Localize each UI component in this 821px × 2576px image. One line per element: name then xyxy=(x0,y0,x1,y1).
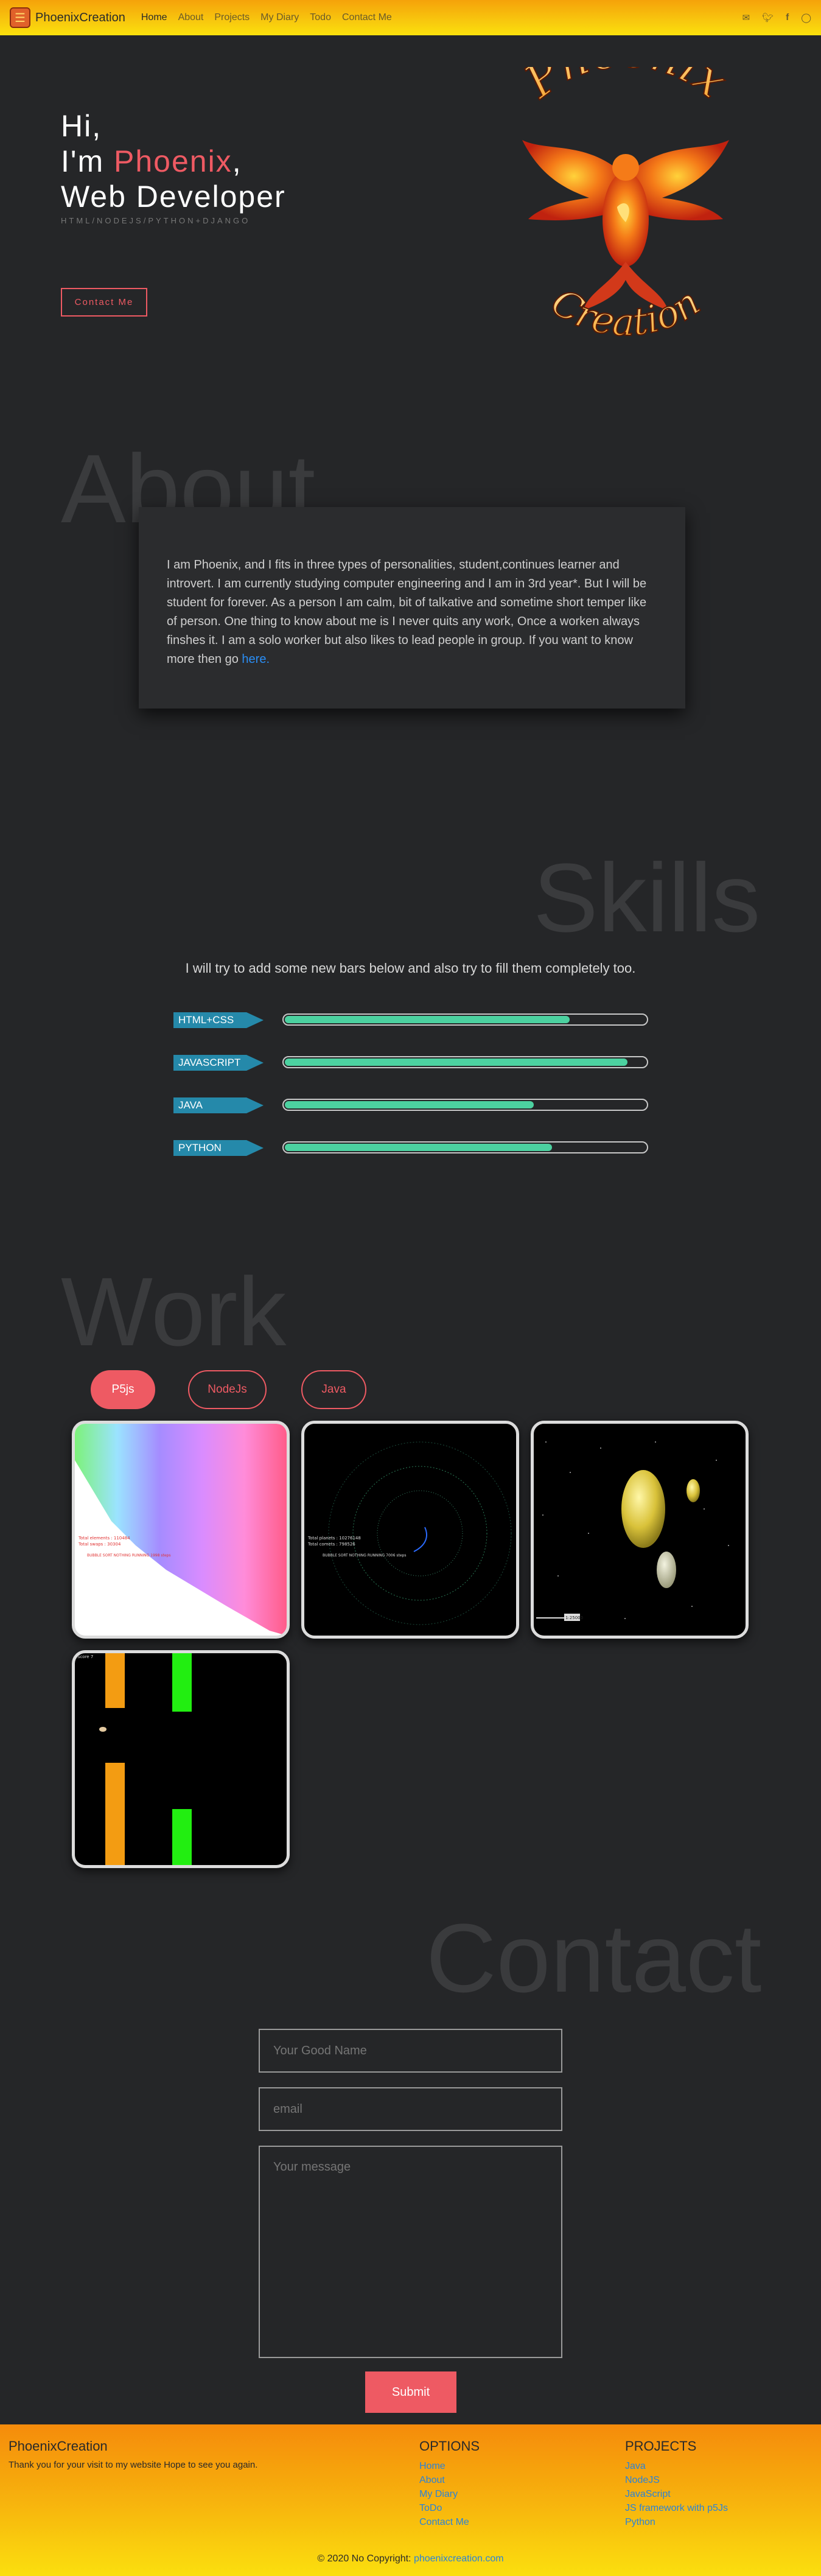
hero-subtitle: HTML/NODEJS/PYTHON+DJANGO xyxy=(61,216,251,225)
message-textarea[interactable] xyxy=(259,2146,562,2358)
footer-link-home[interactable]: Home xyxy=(419,2459,469,2473)
footer-link-todo[interactable]: ToDo xyxy=(419,2501,469,2515)
solar-scale-label: 1:25000 xyxy=(565,1615,583,1620)
nav-link-my-diary[interactable]: My Diary xyxy=(260,12,299,23)
footer-project-javascript[interactable]: JavaScript xyxy=(625,2487,728,2501)
svg-text:Creation: Creation xyxy=(543,279,708,345)
submit-button[interactable]: Submit xyxy=(365,2371,456,2413)
hero-intro-suffix: , xyxy=(232,144,242,178)
skill-bar xyxy=(282,1099,648,1111)
twitter-icon[interactable]: 🐦︎ xyxy=(762,12,774,23)
orbit-visual: Total planets : 10276148 Total comets : … xyxy=(307,1441,512,1625)
footer-project-java[interactable]: Java xyxy=(625,2459,728,2473)
hero-intro-prefix: I'm xyxy=(61,144,114,178)
footer-project-p5js[interactable]: JS framework with p5Js xyxy=(625,2501,728,2515)
mail-icon[interactable]: ✉ xyxy=(742,12,750,23)
skill-label: JAVA xyxy=(173,1097,264,1113)
instagram-icon[interactable]: ◯ xyxy=(801,12,811,23)
skill-bar xyxy=(282,1013,648,1026)
work-card-sorting-visualizer[interactable]: Total elements : 110484 Total swaps : 30… xyxy=(72,1421,290,1639)
skill-bar-fill xyxy=(285,1144,552,1151)
skill-label: PYTHON xyxy=(173,1140,264,1156)
filter-java-button[interactable]: Java xyxy=(301,1370,366,1409)
sorting-visual: Total elements : 110484 Total swaps : 30… xyxy=(75,1424,287,1636)
footer-options-list: Home About My Diary ToDo Contact Me xyxy=(419,2459,469,2529)
footer-project-python[interactable]: Python xyxy=(625,2515,728,2529)
footer-link-about[interactable]: About xyxy=(419,2473,469,2487)
orbit-stat-3: BUBBLE SORT NOTHING RUNNING 7006 steps xyxy=(323,1553,406,1558)
footer-options-title: OPTIONS xyxy=(419,2438,480,2454)
footer-brand: PhoenixCreation xyxy=(9,2438,108,2454)
copyright-text: © 2020 No Copyright: xyxy=(317,2553,414,2564)
social-links: ✉ 🐦︎ f ◯ xyxy=(742,12,811,23)
copyright-link[interactable]: phoenixcreation.com xyxy=(414,2553,504,2564)
skill-label: JAVASCRIPT xyxy=(173,1055,264,1071)
work-card-flappy-game[interactable]: Score 7 xyxy=(72,1650,290,1868)
logo-top-text: Phoenix xyxy=(513,67,738,110)
footer-copyright: © 2020 No Copyright: phoenixcreation.com xyxy=(0,2553,821,2564)
phoenix-logo: Phoenix Creation xyxy=(513,67,738,345)
brand-logo-icon[interactable]: ☰ xyxy=(10,7,30,28)
skill-row-python: PYTHON xyxy=(173,1140,648,1156)
email-input[interactable] xyxy=(259,2087,562,2131)
filter-p5js-button[interactable]: P5js xyxy=(91,1370,155,1409)
footer-project-nodejs[interactable]: NodeJS xyxy=(625,2473,728,2487)
flappy-score: Score 7 xyxy=(77,1654,93,1659)
skill-row-javascript: JAVASCRIPT xyxy=(173,1055,648,1071)
nav-link-about[interactable]: About xyxy=(178,12,204,23)
skill-bar xyxy=(282,1141,648,1153)
about-more-link[interactable]: here. xyxy=(242,653,270,666)
skills-section-title: Skills xyxy=(533,843,761,952)
work-section-title: Work xyxy=(61,1257,287,1366)
name-input[interactable] xyxy=(259,2029,562,2073)
sort-stat-1: Total elements : 110484 xyxy=(78,1536,130,1541)
skill-label: HTML+CSS xyxy=(173,1012,264,1028)
skill-bar xyxy=(282,1056,648,1068)
skill-bar-fill xyxy=(285,1101,534,1108)
skill-bar-fill xyxy=(285,1059,627,1066)
skill-row-java: JAVA xyxy=(173,1097,648,1113)
work-card-solar-system[interactable]: 1:25000 xyxy=(531,1421,749,1639)
hero-role: Web Developer xyxy=(61,180,286,214)
skill-row-html-css: HTML+CSS xyxy=(173,1012,648,1028)
footer-projects-list: Java NodeJS JavaScript JS framework with… xyxy=(625,2459,728,2529)
orbit-stat-2: Total comets : 798526 xyxy=(307,1542,355,1547)
nav-links: Home About Projects My Diary Todo Contac… xyxy=(141,12,392,23)
hero-greeting: Hi, xyxy=(61,109,102,143)
hero-heading: Hi, I'm Phoenix, Web Developer xyxy=(61,108,286,214)
flappy-visual: Score 7 xyxy=(77,1653,192,1865)
about-card: I am Phoenix, and I fits in three types … xyxy=(139,507,685,709)
nav-link-todo[interactable]: Todo xyxy=(310,12,331,23)
footer-link-my-diary[interactable]: My Diary xyxy=(419,2487,469,2501)
nav-link-contact-me[interactable]: Contact Me xyxy=(342,12,392,23)
contact-section-title: Contact xyxy=(426,1903,762,2012)
orbit-stat-1: Total planets : 10276148 xyxy=(307,1536,361,1541)
svg-text:Phoenix: Phoenix xyxy=(514,67,738,109)
navbar: ☰ PhoenixCreation Home About Projects My… xyxy=(0,0,821,35)
about-text: I am Phoenix, and I fits in three types … xyxy=(167,558,647,666)
logo-bottom-text: Creation xyxy=(543,279,708,345)
brand-name[interactable]: PhoenixCreation xyxy=(35,11,125,25)
nav-link-home[interactable]: Home xyxy=(141,12,167,23)
footer: PhoenixCreation Thank you for your visit… xyxy=(0,2424,821,2576)
footer-link-contact-me[interactable]: Contact Me xyxy=(419,2515,469,2529)
hero-intro: I'm Phoenix, xyxy=(61,144,286,179)
footer-projects-title: PROJECTS xyxy=(625,2438,697,2454)
skill-bar-fill xyxy=(285,1016,570,1023)
nav-link-projects[interactable]: Projects xyxy=(214,12,250,23)
facebook-icon[interactable]: f xyxy=(786,12,789,23)
sort-stat-2: Total swaps : 30304 xyxy=(78,1542,121,1547)
skills-intro: I will try to add some new bars below an… xyxy=(185,961,636,976)
work-card-orbit-simulation[interactable]: Total planets : 10276148 Total comets : … xyxy=(301,1421,519,1639)
hero-name: Phoenix xyxy=(113,144,232,178)
solar-visual: 1:25000 xyxy=(536,1441,729,1621)
footer-tagline: Thank you for your visit to my website H… xyxy=(9,2460,258,2470)
filter-nodejs-button[interactable]: NodeJs xyxy=(188,1370,267,1409)
contact-me-button[interactable]: Contact Me xyxy=(61,288,147,317)
sort-stat-3: BUBBLE SORT NOTHING RUNNING 1998 steps xyxy=(87,1553,170,1558)
